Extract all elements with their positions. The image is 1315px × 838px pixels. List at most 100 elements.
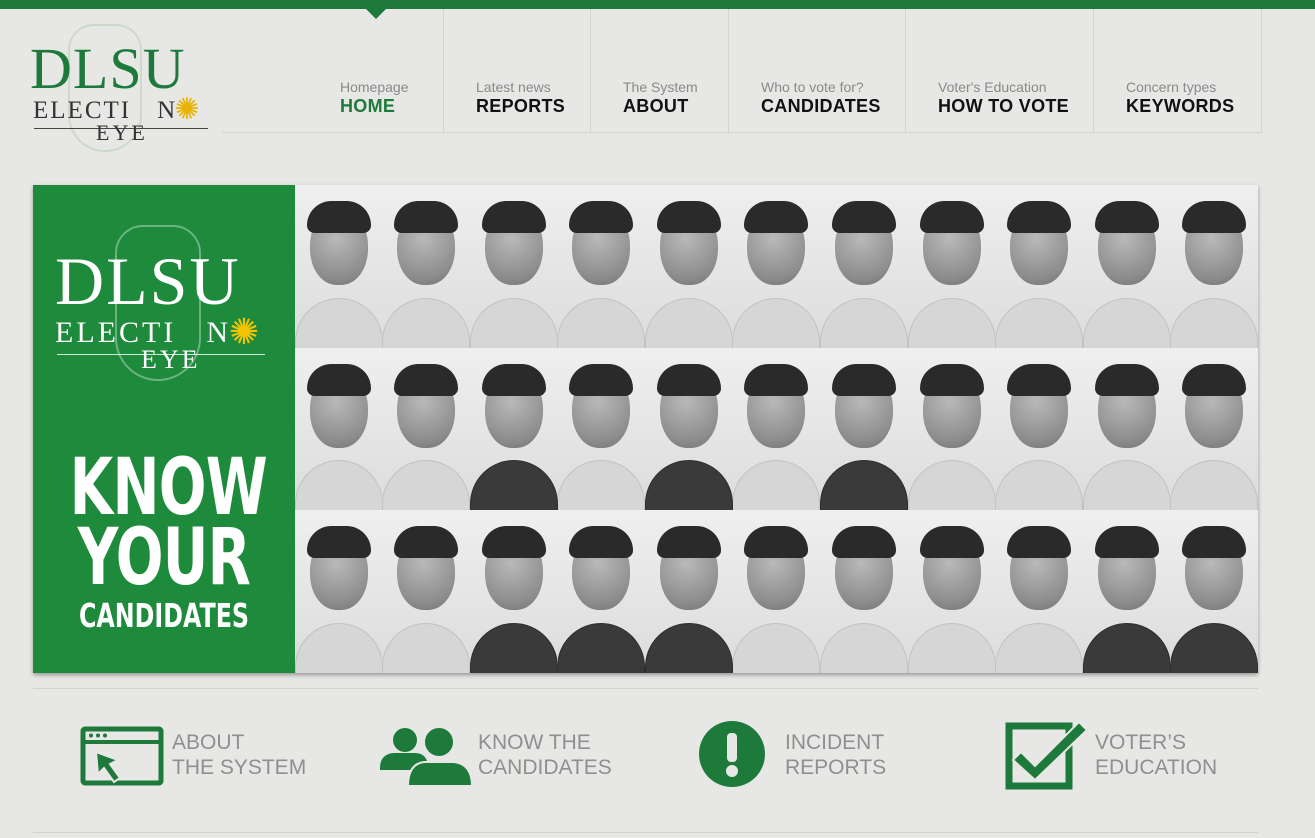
feature-voters-education[interactable]: VOTER’S EDUCATION — [1005, 718, 1220, 798]
candidate-photo — [820, 347, 908, 511]
candidate-photo-hair — [656, 526, 721, 559]
candidate-photo-body — [1170, 297, 1258, 348]
candidate-photo — [295, 185, 383, 348]
candidate-photo-body — [1082, 623, 1171, 673]
candidate-photo-body — [907, 460, 996, 511]
banner-headline-candidates: CANDIDATES — [78, 596, 250, 635]
know-your-candidates-banner[interactable]: DLSU ELECTI N ✺ EYE KNOW YOUR CANDIDATES — [33, 185, 1258, 673]
candidate-photo — [995, 510, 1083, 673]
candidate-photo — [470, 347, 558, 511]
candidate-photo — [382, 347, 471, 511]
nav-candidates-label: CANDIDATES — [761, 96, 881, 116]
nav-keywords-sub: Concern types — [1126, 79, 1217, 95]
candidate-photo-hair — [1094, 363, 1159, 396]
candidate-photo-body — [382, 297, 471, 348]
candidate-photo-hair — [832, 363, 897, 396]
candidate-photo-body — [732, 623, 821, 673]
candidate-photo — [557, 185, 646, 348]
candidate-photo-hair — [1182, 363, 1247, 396]
candidate-photo — [732, 347, 821, 511]
candidate-photo — [1170, 510, 1258, 673]
candidate-photo-body — [470, 623, 558, 673]
candidate-photo-body — [1170, 460, 1258, 511]
feature-incident-label: INCIDENT REPORTS — [785, 730, 886, 780]
candidate-photo-body — [645, 297, 733, 348]
people-icon — [376, 720, 476, 795]
feature-about-line2: THE SYSTEM — [172, 756, 307, 779]
candidate-photo-body — [382, 460, 471, 511]
candidate-photo-body — [732, 460, 821, 511]
candidate-photo-body — [1082, 297, 1171, 348]
nav-candidates[interactable]: Who to vote for? CANDIDATES — [729, 9, 906, 133]
candidate-photo-body — [295, 460, 383, 511]
nav-reports[interactable]: Latest news REPORTS — [443, 9, 591, 133]
nav-keywords-label: KEYWORDS — [1126, 96, 1235, 116]
candidate-photo — [907, 347, 996, 511]
feature-education-line1: VOTER’S — [1095, 731, 1187, 754]
nav-about[interactable]: The System ABOUT — [591, 9, 729, 133]
feature-candidates-line2: CANDIDATES — [478, 756, 612, 779]
candidate-photo-hair — [832, 526, 897, 559]
feature-about-system[interactable]: ABOUT THE SYSTEM — [80, 718, 310, 798]
nav-home-sub: Homepage — [340, 79, 409, 95]
banner-headline: KNOW YOUR CANDIDATES — [70, 449, 268, 635]
nav-home[interactable]: Homepage HOME — [222, 9, 443, 133]
candidate-photo-hair — [394, 526, 459, 559]
candidate-photo-hair — [306, 363, 371, 396]
site-logo[interactable]: DLSU ELECTI N ✺ EYE — [30, 22, 215, 157]
candidate-photo-hair — [1182, 201, 1247, 233]
candidate-photo-body — [295, 297, 383, 348]
feature-about-label: ABOUT THE SYSTEM — [172, 730, 306, 780]
nav-keywords[interactable]: Concern types KEYWORDS — [1094, 9, 1262, 133]
nav-reports-sub: Latest news — [476, 79, 551, 95]
feature-education-line2: EDUCATION — [1095, 756, 1218, 779]
candidate-photo-hair — [394, 363, 459, 396]
candidate-photo-hair — [919, 526, 984, 559]
candidate-photo-hair — [306, 201, 371, 233]
sun-icon: ✺ — [174, 93, 200, 126]
candidate-photo — [907, 185, 996, 348]
candidate-photo-body — [820, 623, 908, 673]
candidate-photo-hair — [1094, 526, 1159, 559]
candidate-photo-hair — [919, 363, 984, 396]
feature-incident-reports[interactable]: INCIDENT REPORTS — [698, 718, 898, 798]
candidate-photo-hair — [656, 201, 721, 233]
candidate-photo-hair — [1094, 201, 1159, 233]
feature-know-candidates[interactable]: KNOW THE CANDIDATES — [376, 718, 616, 798]
candidate-photo-body — [820, 460, 908, 511]
candidate-photo — [1082, 347, 1171, 511]
nav-how-to-vote-label: HOW TO VOTE — [938, 96, 1069, 116]
candidate-photo-hair — [1007, 526, 1072, 559]
divider-bottom — [33, 832, 1258, 833]
candidate-photo — [470, 510, 558, 673]
nav-how-to-vote[interactable]: Voter's Education HOW TO VOTE — [906, 9, 1094, 133]
candidate-photo-hair — [569, 526, 634, 559]
exclamation-icon — [698, 720, 766, 793]
candidate-photo-body — [645, 623, 733, 673]
feature-incident-line1: INCIDENT — [785, 731, 885, 754]
checkbox-icon — [1005, 718, 1089, 795]
candidate-photo — [645, 510, 733, 673]
browser-cursor-icon — [80, 726, 164, 797]
candidate-photo — [1170, 347, 1258, 511]
candidate-photo-hair — [919, 201, 984, 233]
candidate-photo-hair — [656, 363, 721, 396]
candidate-photo — [645, 185, 733, 348]
candidate-photo-body — [907, 297, 996, 348]
top-accent-bar — [0, 0, 1315, 9]
nav-home-label: HOME — [340, 96, 396, 116]
logo-eye: EYE — [96, 120, 148, 145]
candidate-photo-body — [995, 623, 1083, 673]
candidate-photo — [295, 347, 383, 511]
candidate-photo — [645, 347, 733, 511]
candidate-photo-grid — [295, 185, 1258, 673]
nav-about-label: ABOUT — [623, 96, 689, 116]
candidate-photo-hair — [832, 201, 897, 233]
candidate-photo-body — [470, 297, 558, 348]
candidate-photo — [732, 185, 821, 348]
banner-logo-dlsu: DLSU — [55, 243, 241, 319]
banner-green-panel: DLSU ELECTI N ✺ EYE KNOW YOUR CANDIDATES — [33, 185, 295, 673]
candidate-photo-body — [1170, 623, 1258, 673]
banner-headline-your: YOUR — [77, 513, 251, 603]
candidate-photo-hair — [394, 201, 459, 233]
